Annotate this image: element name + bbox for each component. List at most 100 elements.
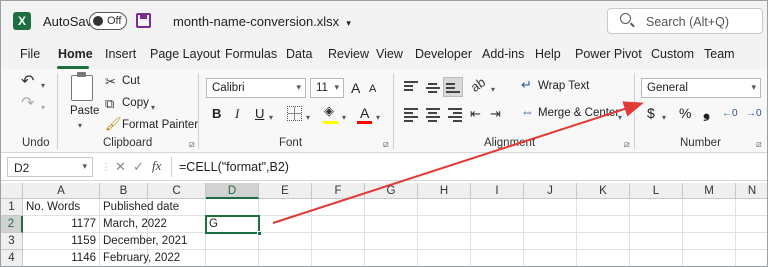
chevron-down-icon[interactable]: ▾ xyxy=(41,79,45,93)
empty-cell[interactable] xyxy=(736,250,767,266)
row-header[interactable]: 1 xyxy=(1,199,23,216)
empty-cell[interactable] xyxy=(312,233,365,250)
chevron-down-icon[interactable]: ▾ xyxy=(618,111,622,125)
insert-function-button[interactable]: fx xyxy=(152,158,161,174)
wrap-text-button[interactable]: Wrap Text xyxy=(538,80,589,92)
number-format-select[interactable]: General ▾ xyxy=(641,78,761,98)
paste-icon[interactable] xyxy=(71,72,93,101)
empty-cell[interactable] xyxy=(683,199,736,216)
select-all-button[interactable] xyxy=(1,183,23,199)
empty-cell[interactable] xyxy=(736,216,767,233)
chevron-down-icon[interactable]: ▾ xyxy=(662,111,666,125)
currency-button[interactable]: $ xyxy=(647,105,655,121)
enter-button[interactable]: ✓ xyxy=(133,159,144,175)
tab-custom[interactable]: Custom xyxy=(651,47,694,61)
empty-cell[interactable] xyxy=(365,233,418,250)
empty-cell[interactable] xyxy=(683,216,736,233)
empty-cell[interactable] xyxy=(524,250,577,266)
empty-cell[interactable] xyxy=(630,199,683,216)
tab-insert[interactable]: Insert xyxy=(105,47,136,61)
tab-team[interactable]: Team xyxy=(704,47,735,61)
empty-cell[interactable] xyxy=(418,199,471,216)
decrease-decimal-icon[interactable]: →0 xyxy=(746,107,762,121)
column-header[interactable]: C xyxy=(148,183,206,199)
empty-cell[interactable] xyxy=(630,250,683,266)
empty-cell[interactable] xyxy=(471,199,524,216)
dialog-launcher-icon[interactable]: ⧄ xyxy=(189,139,195,150)
dialog-launcher-icon[interactable]: ⧄ xyxy=(756,139,762,150)
cell-a2[interactable]: 1177 xyxy=(23,216,100,233)
cell-a1[interactable]: No. Words xyxy=(23,199,100,216)
font-color-button[interactable]: A xyxy=(360,105,369,121)
empty-cell[interactable] xyxy=(630,233,683,250)
italic-button[interactable]: I xyxy=(235,106,239,122)
copy-icon[interactable]: ⧉ xyxy=(105,97,114,111)
undo-icon[interactable]: ↶ xyxy=(21,74,34,90)
save-icon[interactable] xyxy=(136,13,151,28)
row-header[interactable]: 2 xyxy=(1,216,23,233)
empty-cell[interactable] xyxy=(736,233,767,250)
chevron-down-icon[interactable]: ▾ xyxy=(306,111,310,125)
chevron-down-icon[interactable]: ▾ xyxy=(269,111,273,125)
empty-cell[interactable] xyxy=(418,233,471,250)
format-painter-button[interactable]: Format Painter xyxy=(122,119,198,131)
decrease-indent-icon[interactable]: ⇤ xyxy=(470,107,481,121)
chevron-down-icon[interactable]: ▾ xyxy=(41,101,45,115)
merge-center-icon[interactable]: ⇔ xyxy=(521,105,534,119)
column-header[interactable]: L xyxy=(630,183,683,199)
chevron-down-icon[interactable]: ▾ xyxy=(151,101,155,115)
formula-input[interactable]: =CELL("format",B2) xyxy=(179,160,289,174)
decrease-font-size-button[interactable]: A xyxy=(369,83,376,95)
dialog-launcher-icon[interactable]: ⧄ xyxy=(624,139,630,150)
empty-cell[interactable] xyxy=(683,250,736,266)
empty-cell[interactable] xyxy=(524,199,577,216)
cell-a4[interactable]: 1146 xyxy=(23,250,100,266)
empty-cell[interactable] xyxy=(418,250,471,266)
merge-center-button[interactable]: Merge & Center xyxy=(538,107,619,119)
empty-cell[interactable] xyxy=(577,250,630,266)
empty-cell[interactable] xyxy=(524,233,577,250)
cell-a3[interactable]: 1159 xyxy=(23,233,100,250)
redo-icon[interactable]: ↷ xyxy=(21,96,34,112)
cell-b1[interactable]: Published date xyxy=(100,199,179,216)
align-right-icon[interactable] xyxy=(448,108,462,124)
empty-cell[interactable] xyxy=(524,216,577,233)
column-header[interactable]: A xyxy=(23,183,100,199)
empty-cell[interactable] xyxy=(312,216,365,233)
copy-button[interactable]: Copy xyxy=(122,97,149,109)
font-name-select[interactable]: Calibri ▾ xyxy=(206,78,306,98)
column-header[interactable]: B xyxy=(100,183,148,199)
empty-cell[interactable] xyxy=(206,250,259,266)
search-input[interactable]: Search (Alt+Q) xyxy=(607,8,763,34)
empty-cell[interactable] xyxy=(259,233,312,250)
column-header[interactable]: H xyxy=(418,183,471,199)
cancel-button[interactable]: ✕ xyxy=(115,159,126,175)
paste-button[interactable]: Paste xyxy=(70,105,99,117)
empty-cell[interactable] xyxy=(577,199,630,216)
fill-handle[interactable] xyxy=(257,231,262,236)
empty-cell[interactable] xyxy=(259,216,312,233)
column-header[interactable]: K xyxy=(577,183,630,199)
chevron-down-icon[interactable]: ▾ xyxy=(376,111,380,125)
column-header[interactable]: M xyxy=(683,183,736,199)
chevron-down-icon[interactable]: ▾ xyxy=(491,83,495,97)
empty-cell[interactable] xyxy=(471,216,524,233)
empty-cell[interactable] xyxy=(206,233,259,250)
cut-button[interactable]: Cut xyxy=(122,75,140,87)
empty-cell[interactable] xyxy=(418,216,471,233)
chevron-down-icon[interactable]: ▾ xyxy=(342,111,346,125)
empty-cell[interactable] xyxy=(683,233,736,250)
tab-add-ins[interactable]: Add-ins xyxy=(482,47,524,61)
empty-cell[interactable] xyxy=(206,199,259,216)
percent-button[interactable]: % xyxy=(679,105,691,121)
empty-cell[interactable] xyxy=(365,250,418,266)
format-painter-icon[interactable]: 🖌 xyxy=(105,117,122,131)
column-header[interactable]: E xyxy=(259,183,312,199)
chevron-down-icon[interactable]: ▾ xyxy=(78,119,82,133)
column-header[interactable]: G xyxy=(365,183,418,199)
tab-review[interactable]: Review xyxy=(328,47,369,61)
name-box[interactable]: D2 ▾ xyxy=(7,157,93,177)
increase-font-size-button[interactable]: A xyxy=(351,80,360,96)
orientation-icon[interactable]: ab xyxy=(468,74,488,95)
column-header[interactable]: F xyxy=(312,183,365,199)
